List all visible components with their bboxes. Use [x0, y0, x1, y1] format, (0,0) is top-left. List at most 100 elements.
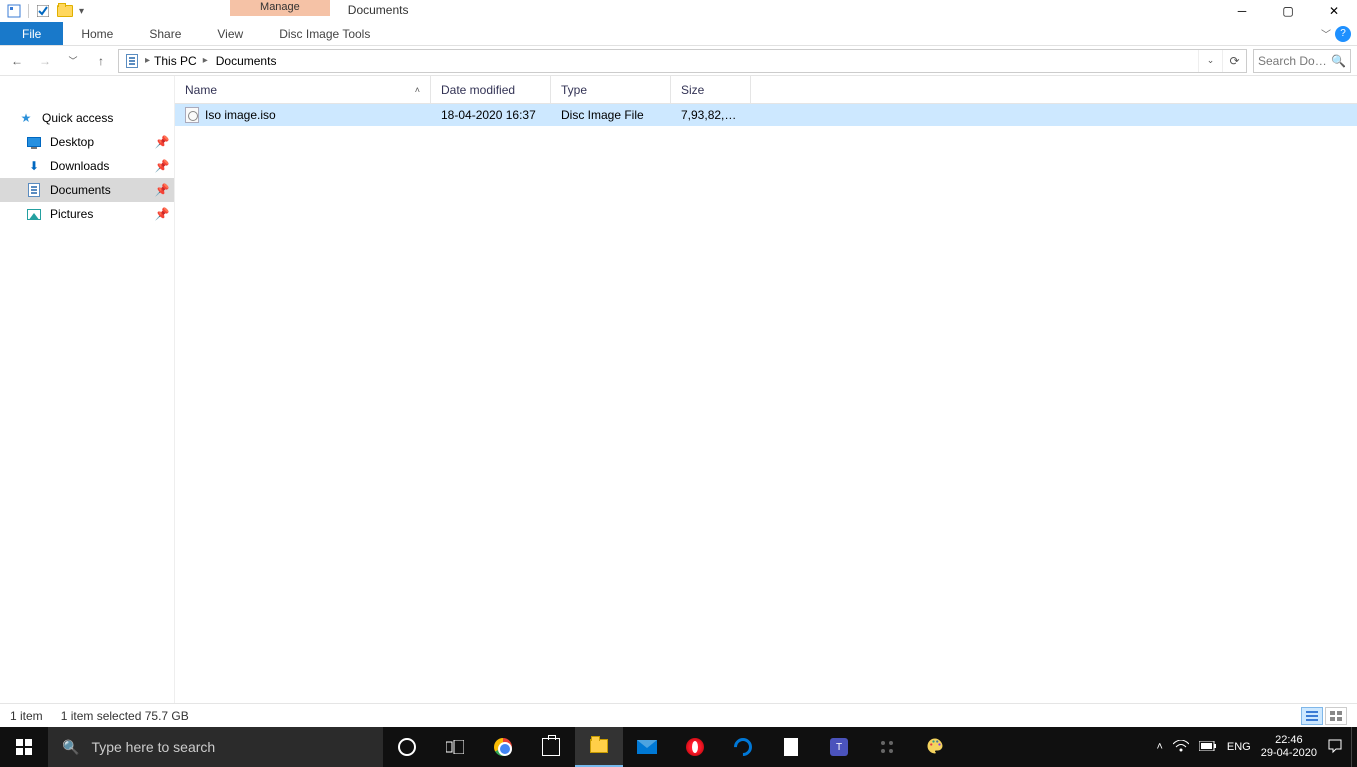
file-row[interactable]: Iso image.iso 18-04-2020 16:37 Disc Imag… — [175, 104, 1357, 126]
status-bar: 1 item 1 item selected 75.7 GB — [0, 703, 1357, 727]
app-icon[interactable] — [863, 727, 911, 767]
column-type[interactable]: Type — [551, 76, 671, 103]
start-button[interactable] — [0, 727, 48, 767]
task-view-icon[interactable] — [431, 727, 479, 767]
maximize-button[interactable]: ▢ — [1265, 0, 1311, 22]
window-title: Documents — [330, 0, 427, 22]
search-icon: 🔍 — [62, 739, 79, 756]
column-date[interactable]: Date modified — [431, 76, 551, 103]
cortana-icon[interactable] — [383, 727, 431, 767]
column-label: Date modified — [441, 83, 515, 97]
download-icon: ⬇ — [26, 158, 42, 174]
forward-button[interactable]: → — [34, 50, 56, 72]
ribbon-tab-view[interactable]: View — [199, 22, 261, 45]
document-icon[interactable] — [767, 727, 815, 767]
navigation-pane: ★ Quick access Desktop 📌 ⬇ Downloads 📌 D… — [0, 76, 175, 727]
column-label: Size — [681, 83, 704, 97]
column-name[interactable]: Name ˄ — [175, 76, 431, 103]
pin-icon: 📌 — [154, 206, 170, 222]
location-icon — [123, 52, 141, 70]
wifi-icon[interactable] — [1173, 740, 1189, 755]
taskbar-pinned: T — [383, 727, 959, 767]
quick-access-heading[interactable]: ★ Quick access — [0, 106, 174, 130]
breadcrumb-label: This PC — [154, 54, 197, 68]
minimize-button[interactable]: ─ — [1219, 0, 1265, 22]
edge-icon[interactable] — [719, 727, 767, 767]
navpane-item-label: Desktop — [50, 135, 94, 149]
ribbon: File Home Share View Disc Image Tools ﹀ … — [0, 22, 1357, 46]
paint-icon[interactable] — [911, 727, 959, 767]
column-label: Name — [185, 83, 217, 97]
pictures-icon — [26, 206, 42, 222]
file-list: Name ˄ Date modified Type Size Iso image.… — [175, 76, 1357, 727]
pin-icon: 📌 — [154, 134, 170, 150]
column-headers: Name ˄ Date modified Type Size — [175, 76, 1357, 104]
search-placeholder: Search Do… — [1258, 54, 1327, 68]
navpane-item-pictures[interactable]: Pictures 📌 — [0, 202, 174, 226]
system-tray: ˄ ENG 22:46 29-04-2020 — [1148, 727, 1351, 767]
navpane-item-desktop[interactable]: Desktop 📌 — [0, 130, 174, 154]
chevron-right-icon[interactable]: ▸ — [203, 55, 208, 66]
taskbar-search[interactable]: 🔍 Type here to search — [48, 727, 383, 767]
details-view-toggle[interactable] — [1301, 707, 1323, 725]
file-name: Iso image.iso — [205, 108, 276, 122]
action-center-icon[interactable] — [1327, 738, 1343, 757]
navpane-item-documents[interactable]: Documents 📌 — [0, 178, 174, 202]
pin-icon: 📌 — [154, 182, 170, 198]
search-icon: 🔍 — [1331, 54, 1346, 68]
separator — [28, 4, 29, 18]
status-selection: 1 item selected 75.7 GB — [61, 709, 189, 723]
chrome-icon[interactable] — [479, 727, 527, 767]
address-dropdown-icon[interactable]: ⌄ — [1198, 50, 1222, 72]
recent-locations-icon[interactable]: ﹀ — [62, 50, 84, 72]
navpane-item-label: Pictures — [50, 207, 93, 221]
store-icon[interactable] — [527, 727, 575, 767]
quick-access-toolbar: ▾ — [0, 0, 90, 22]
status-item-count: 1 item — [10, 709, 43, 723]
star-icon: ★ — [18, 110, 34, 126]
battery-icon[interactable] — [1199, 741, 1217, 754]
explorer-body: ★ Quick access Desktop 📌 ⬇ Downloads 📌 D… — [0, 76, 1357, 727]
up-button[interactable]: ↑ — [90, 50, 112, 72]
back-button[interactable]: ← — [6, 50, 28, 72]
window-controls: ─ ▢ ✕ — [1219, 0, 1357, 22]
navpane-item-downloads[interactable]: ⬇ Downloads 📌 — [0, 154, 174, 178]
file-explorer-icon[interactable] — [575, 727, 623, 767]
teams-icon[interactable]: T — [815, 727, 863, 767]
properties-icon[interactable] — [6, 3, 22, 19]
pin-icon: 📌 — [154, 158, 170, 174]
sort-asc-icon: ˄ — [415, 85, 420, 95]
search-input[interactable]: Search Do… 🔍 — [1253, 49, 1351, 73]
clock[interactable]: 22:46 29-04-2020 — [1261, 734, 1317, 760]
mail-icon[interactable] — [623, 727, 671, 767]
opera-icon[interactable] — [671, 727, 719, 767]
checkbox-icon[interactable] — [35, 3, 51, 19]
qat-customize-icon[interactable]: ▾ — [79, 6, 84, 17]
taskbar: 🔍 Type here to search T ˄ ENG 22:46 29-0… — [0, 727, 1357, 767]
titlebar: ▾ Manage Documents ─ ▢ ✕ — [0, 0, 1357, 22]
navigation-row: ← → ﹀ ↑ ▸ This PC ▸ Documents ⌄ ⟳ Search … — [0, 46, 1357, 76]
file-type-cell: Disc Image File — [551, 108, 671, 122]
breadcrumb[interactable]: Documents — [212, 54, 281, 68]
iso-file-icon — [185, 107, 199, 123]
ribbon-collapse-icon[interactable]: ﹀ — [1321, 26, 1331, 41]
large-icons-view-toggle[interactable] — [1325, 707, 1347, 725]
desktop-icon — [26, 134, 42, 150]
close-button[interactable]: ✕ — [1311, 0, 1357, 22]
tray-overflow-icon[interactable]: ˄ — [1156, 741, 1162, 753]
file-size-cell: 7,93,82,273… — [671, 108, 751, 122]
taskbar-search-placeholder: Type here to search — [91, 739, 215, 755]
breadcrumb[interactable]: This PC ▸ — [150, 54, 212, 68]
show-desktop-button[interactable] — [1351, 727, 1357, 767]
address-bar[interactable]: ▸ This PC ▸ Documents ⌄ ⟳ — [118, 49, 1247, 73]
new-folder-icon[interactable] — [57, 3, 73, 19]
navpane-item-label: Downloads — [50, 159, 109, 173]
ribbon-file-tab[interactable]: File — [0, 22, 63, 45]
ribbon-tab-home[interactable]: Home — [63, 22, 131, 45]
ribbon-tab-share[interactable]: Share — [131, 22, 199, 45]
ribbon-tab-disc-image-tools[interactable]: Disc Image Tools — [261, 22, 388, 45]
help-icon[interactable]: ? — [1335, 26, 1351, 42]
column-size[interactable]: Size — [671, 76, 751, 103]
language-indicator[interactable]: ENG — [1227, 741, 1251, 753]
refresh-button[interactable]: ⟳ — [1222, 50, 1246, 72]
